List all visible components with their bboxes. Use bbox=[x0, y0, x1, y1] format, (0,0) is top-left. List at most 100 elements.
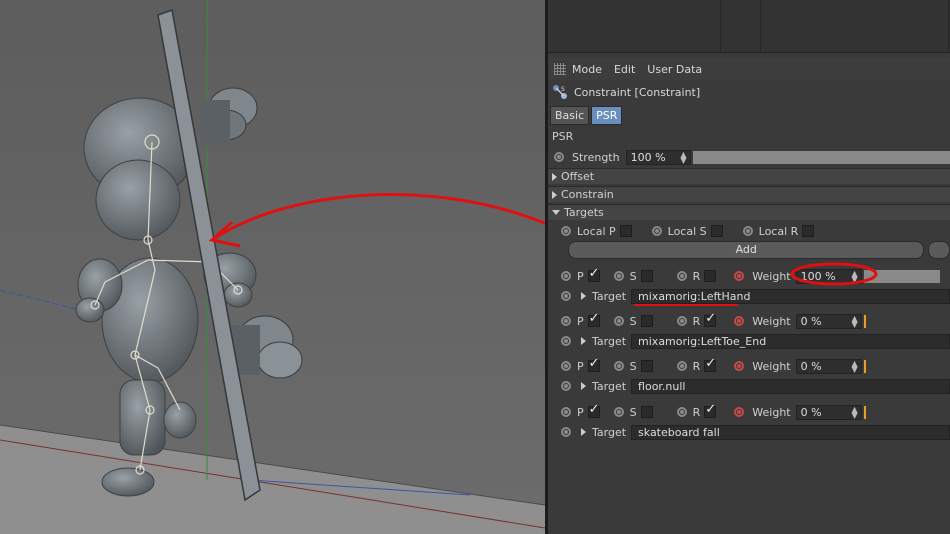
weight-slider[interactable] bbox=[863, 405, 940, 419]
weight-label: Weight bbox=[752, 314, 791, 328]
menu-user-data[interactable]: User Data bbox=[647, 63, 702, 76]
s-checkbox[interactable] bbox=[640, 360, 653, 372]
group-constrain[interactable]: Constrain bbox=[548, 186, 950, 202]
weight-slider[interactable] bbox=[863, 359, 940, 373]
local-p-checkbox[interactable] bbox=[619, 225, 632, 237]
p-radio[interactable] bbox=[561, 316, 571, 326]
p-label: P bbox=[577, 269, 584, 283]
p-checkbox[interactable] bbox=[587, 356, 600, 372]
r-label: R bbox=[692, 405, 701, 419]
s-radio[interactable] bbox=[613, 271, 624, 281]
weight-keyframe-radio[interactable] bbox=[734, 316, 745, 326]
r-radio[interactable] bbox=[676, 316, 687, 326]
spinner-icon[interactable]: ▲ ▼ bbox=[680, 150, 686, 164]
s-label: S bbox=[629, 359, 637, 373]
s-checkbox[interactable] bbox=[640, 315, 653, 327]
weight-field[interactable]: 0 % ▲ ▼ bbox=[795, 358, 862, 374]
p-radio[interactable] bbox=[561, 271, 571, 281]
chevron-right-icon[interactable] bbox=[581, 292, 586, 300]
group-offset-label: Offset bbox=[561, 170, 595, 183]
target-radio[interactable] bbox=[561, 291, 571, 301]
target-radio[interactable] bbox=[561, 381, 571, 391]
local-row: Local P Local S Local R bbox=[548, 221, 950, 241]
target-link-row: Target mixamorig:LeftHand bbox=[548, 286, 950, 306]
extra-button[interactable] bbox=[928, 241, 950, 259]
weight-keyframe-radio[interactable] bbox=[734, 407, 745, 417]
target-link-field[interactable]: mixamorig:LeftToe_End bbox=[631, 333, 950, 349]
target-link-row: Target skateboard fall bbox=[548, 422, 950, 442]
local-r-radio[interactable] bbox=[742, 226, 753, 236]
strength-slider[interactable] bbox=[692, 150, 950, 164]
p-checkbox[interactable] bbox=[587, 311, 600, 327]
p-checkbox[interactable] bbox=[587, 402, 600, 418]
chevron-right-icon[interactable] bbox=[581, 428, 586, 436]
weight-field[interactable]: 0 % ▲ ▼ bbox=[795, 404, 862, 420]
s-radio[interactable] bbox=[613, 316, 624, 326]
s-radio[interactable] bbox=[613, 361, 624, 371]
r-radio[interactable] bbox=[676, 271, 687, 281]
add-button[interactable]: Add bbox=[568, 241, 925, 259]
weight-field[interactable]: 0 % ▲ ▼ bbox=[795, 313, 862, 329]
r-checkbox[interactable] bbox=[704, 402, 717, 418]
spinner-icon[interactable]: ▲ ▼ bbox=[851, 269, 857, 283]
target-link-field[interactable]: mixamorig:LeftHand bbox=[631, 288, 950, 304]
tab-basic[interactable]: Basic bbox=[550, 106, 590, 125]
constraint-icon: S bbox=[552, 84, 568, 100]
target-link-row: Target mixamorig:LeftToe_End bbox=[548, 331, 950, 351]
spinner-icon[interactable]: ▲ ▼ bbox=[851, 405, 857, 419]
r-checkbox[interactable] bbox=[704, 356, 717, 372]
r-checkbox[interactable] bbox=[704, 270, 717, 282]
r-radio[interactable] bbox=[676, 361, 687, 371]
strength-slider-fill bbox=[692, 150, 950, 164]
r-radio[interactable] bbox=[676, 407, 687, 417]
spinner-icon[interactable]: ▲ ▼ bbox=[851, 314, 857, 328]
local-s-radio[interactable] bbox=[651, 226, 662, 236]
target-settings-row: P S R Weight 0 % ▲▼ bbox=[548, 356, 950, 376]
chevron-right-icon bbox=[552, 172, 557, 181]
group-targets[interactable]: Targets bbox=[548, 204, 950, 220]
target-radio[interactable] bbox=[561, 336, 571, 346]
weight-keyframe-radio[interactable] bbox=[734, 361, 745, 371]
target-radio[interactable] bbox=[561, 427, 571, 437]
group-offset[interactable]: Offset bbox=[548, 168, 950, 184]
menu-bar: Mode Edit User Data bbox=[548, 58, 950, 80]
chevron-right-icon[interactable] bbox=[581, 337, 586, 345]
chevron-right-icon bbox=[552, 190, 557, 199]
weight-slider[interactable] bbox=[863, 314, 940, 328]
target-label: Target bbox=[592, 425, 627, 439]
weight-slider[interactable] bbox=[863, 269, 940, 283]
s-checkbox[interactable] bbox=[640, 406, 653, 418]
target-link-field[interactable]: skateboard fall bbox=[631, 424, 950, 440]
strength-row: Strength 100 % ▲ ▼ bbox=[548, 147, 950, 167]
local-p-radio[interactable] bbox=[561, 226, 571, 236]
chevron-right-icon[interactable] bbox=[581, 382, 586, 390]
spinner-icon[interactable]: ▲ ▼ bbox=[851, 359, 857, 373]
p-checkbox[interactable] bbox=[587, 266, 600, 282]
weight-keyframe-radio[interactable] bbox=[734, 271, 745, 281]
r-checkbox[interactable] bbox=[704, 311, 717, 327]
local-s-checkbox[interactable] bbox=[710, 225, 723, 237]
r-label: R bbox=[692, 314, 701, 328]
strength-animate-radio[interactable] bbox=[554, 152, 564, 162]
s-radio[interactable] bbox=[613, 407, 624, 417]
weight-value: 0 % bbox=[800, 405, 822, 419]
section-title-row: PSR bbox=[548, 128, 950, 144]
local-r-checkbox[interactable] bbox=[802, 225, 815, 237]
local-p-label: Local P bbox=[577, 224, 616, 238]
target-label: Target bbox=[592, 379, 627, 393]
local-r-label: Local R bbox=[758, 224, 799, 238]
weight-label: Weight bbox=[752, 405, 791, 419]
menu-edit[interactable]: Edit bbox=[614, 63, 635, 76]
menu-mode[interactable]: Mode bbox=[572, 63, 602, 76]
s-checkbox[interactable] bbox=[640, 270, 653, 282]
tab-psr[interactable]: PSR bbox=[591, 106, 623, 125]
weight-label: Weight bbox=[752, 359, 791, 373]
target-object-name: floor.null bbox=[638, 379, 686, 393]
strength-field[interactable]: 100 % ▲ ▼ bbox=[625, 149, 691, 165]
3d-viewport[interactable] bbox=[0, 0, 545, 534]
p-radio[interactable] bbox=[561, 407, 571, 417]
grip-icon[interactable] bbox=[554, 63, 566, 75]
target-link-field[interactable]: floor.null bbox=[631, 378, 950, 394]
weight-field[interactable]: 100 % ▲ ▼ bbox=[795, 268, 862, 284]
p-radio[interactable] bbox=[561, 361, 571, 371]
